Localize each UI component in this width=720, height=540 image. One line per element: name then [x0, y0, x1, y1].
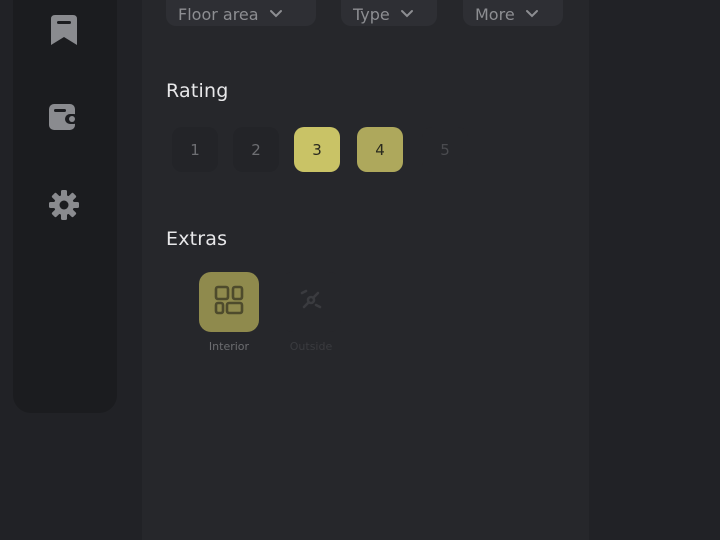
outdoor-icon — [296, 285, 326, 319]
rating-title: Rating — [166, 80, 229, 102]
chevron-down-icon — [269, 9, 283, 19]
extra-outside-tile[interactable] — [281, 272, 341, 332]
rating-option-5[interactable]: 5 — [422, 127, 468, 172]
type-dropdown[interactable]: Type — [341, 0, 437, 26]
extra-interior-tile[interactable] — [199, 272, 259, 332]
bookmark-icon[interactable] — [49, 15, 79, 45]
rating-option-3[interactable]: 3 — [294, 127, 340, 172]
more-dropdown[interactable]: More — [463, 0, 563, 26]
rating-option-2[interactable]: 2 — [233, 127, 279, 172]
wallet-icon[interactable] — [49, 102, 79, 132]
sidebar — [13, 0, 117, 413]
extra-interior-label: Interior — [208, 340, 250, 353]
chevron-down-icon — [400, 9, 414, 19]
rating-option-4[interactable]: 4 — [357, 127, 403, 172]
chevron-down-icon — [525, 9, 539, 19]
floor-area-dropdown[interactable]: Floor area — [166, 0, 316, 26]
extras-title: Extras — [166, 228, 228, 250]
extra-outside-label: Outside — [289, 340, 333, 353]
rating-option-1[interactable]: 1 — [172, 127, 218, 172]
app-screen: Floor area Type More Rating 1 2 3 4 5 Ex… — [0, 0, 720, 540]
extra-outside[interactable]: Outside — [281, 272, 341, 353]
more-label: More — [475, 4, 515, 24]
extra-interior[interactable]: Interior — [199, 272, 259, 353]
type-label: Type — [353, 4, 390, 24]
right-area — [589, 0, 720, 540]
floor-area-label: Floor area — [178, 4, 259, 24]
gear-icon[interactable] — [49, 190, 79, 220]
layout-grid-icon — [214, 285, 244, 319]
